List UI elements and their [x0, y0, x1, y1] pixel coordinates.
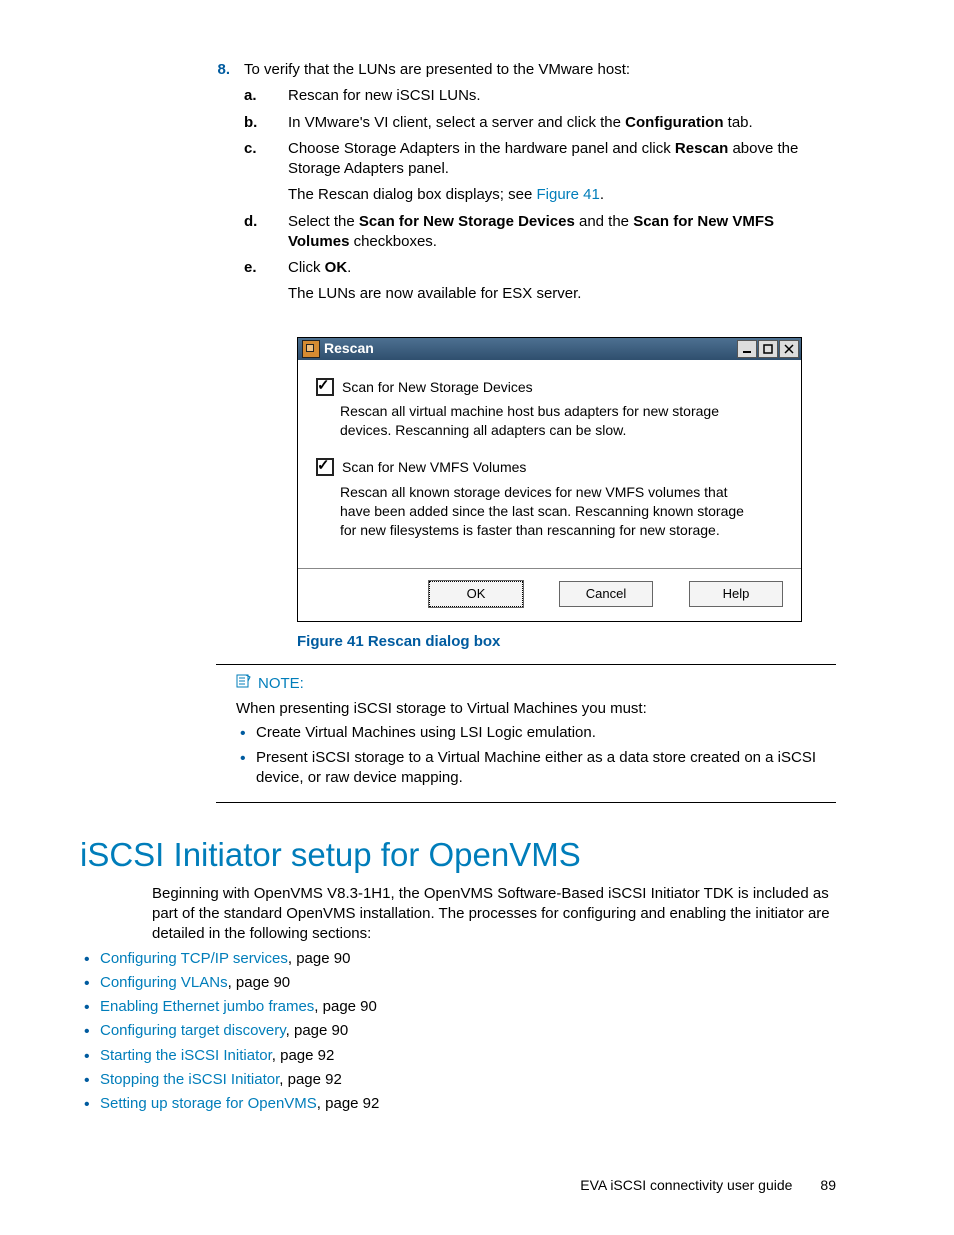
toc-link[interactable]: Starting the iSCSI Initiator	[100, 1047, 272, 1064]
toc-list: Configuring TCP/IP services, page 90Conf…	[80, 949, 836, 1115]
maximize-button[interactable]	[758, 340, 778, 358]
toc-item: Enabling Ethernet jumbo frames, page 90	[100, 997, 836, 1017]
substep-d-marker: d.	[244, 212, 288, 253]
scan-vmfs-checkbox[interactable]	[316, 458, 334, 476]
step-text: To verify that the LUNs are presented to…	[244, 60, 836, 80]
toc-item: Setting up storage for OpenVMS, page 92	[100, 1094, 836, 1114]
toc-link[interactable]: Stopping the iSCSI Initiator	[100, 1071, 279, 1088]
toc-link[interactable]: Configuring VLANs	[100, 974, 228, 991]
toc-link[interactable]: Configuring TCP/IP services	[100, 950, 288, 967]
toc-item: Configuring VLANs, page 90	[100, 973, 836, 993]
scan-vmfs-label: Scan for New VMFS Volumes	[342, 458, 526, 477]
substep-a-text: Rescan for new iSCSI LUNs.	[288, 86, 836, 106]
figure-41-link[interactable]: Figure 41	[536, 186, 599, 203]
step-number: 8.	[190, 60, 244, 307]
substep-e-text: Click OK. The LUNs are now available for…	[288, 258, 836, 305]
toc-item: Stopping the iSCSI Initiator, page 92	[100, 1070, 836, 1090]
toc-link[interactable]: Enabling Ethernet jumbo frames	[100, 998, 314, 1015]
toc-link[interactable]: Setting up storage for OpenVMS	[100, 1095, 317, 1112]
scan-vmfs-desc: Rescan all known storage devices for new…	[340, 483, 760, 540]
note-bullet-1: Create Virtual Machines using LSI Logic …	[256, 723, 836, 743]
substep-e-marker: e.	[244, 258, 288, 305]
note-icon	[236, 673, 252, 695]
minimize-button[interactable]	[737, 340, 757, 358]
figure-caption: Figure 41 Rescan dialog box	[297, 632, 836, 652]
divider	[216, 664, 836, 665]
rescan-dialog: Rescan Scan for New Storage Devices Resc…	[297, 337, 802, 622]
toc-item: Configuring target discovery, page 90	[100, 1021, 836, 1041]
toc-item: Configuring TCP/IP services, page 90	[100, 949, 836, 969]
scan-storage-desc: Rescan all virtual machine host bus adap…	[340, 402, 760, 440]
toc-item: Starting the iSCSI Initiator, page 92	[100, 1046, 836, 1066]
substep-a-marker: a.	[244, 86, 288, 106]
substep-b-marker: b.	[244, 113, 288, 133]
substep-c-text: Choose Storage Adapters in the hardware …	[288, 139, 836, 206]
substep-d-text: Select the Scan for New Storage Devices …	[288, 212, 836, 253]
scan-storage-label: Scan for New Storage Devices	[342, 378, 533, 397]
substep-c-marker: c.	[244, 139, 288, 206]
toc-link[interactable]: Configuring target discovery	[100, 1022, 286, 1039]
section-heading: iSCSI Initiator setup for OpenVMS	[80, 833, 836, 878]
close-button[interactable]	[779, 340, 799, 358]
substep-b-text: In VMware's VI client, select a server a…	[288, 113, 836, 133]
dialog-icon	[302, 340, 320, 358]
dialog-title: Rescan	[324, 339, 374, 358]
note-lead: When presenting iSCSI storage to Virtual…	[236, 699, 836, 719]
page-footer: EVA iSCSI connectivity user guide89	[580, 1176, 836, 1195]
scan-storage-checkbox[interactable]	[316, 378, 334, 396]
help-button[interactable]: Help	[689, 581, 783, 607]
cancel-button[interactable]: Cancel	[559, 581, 653, 607]
ok-button[interactable]: OK	[429, 581, 523, 607]
note-bullet-2: Present iSCSI storage to a Virtual Machi…	[256, 748, 836, 789]
intro-paragraph: Beginning with OpenVMS V8.3-1H1, the Ope…	[152, 884, 836, 945]
note-heading: NOTE:	[236, 673, 836, 695]
divider	[216, 802, 836, 803]
